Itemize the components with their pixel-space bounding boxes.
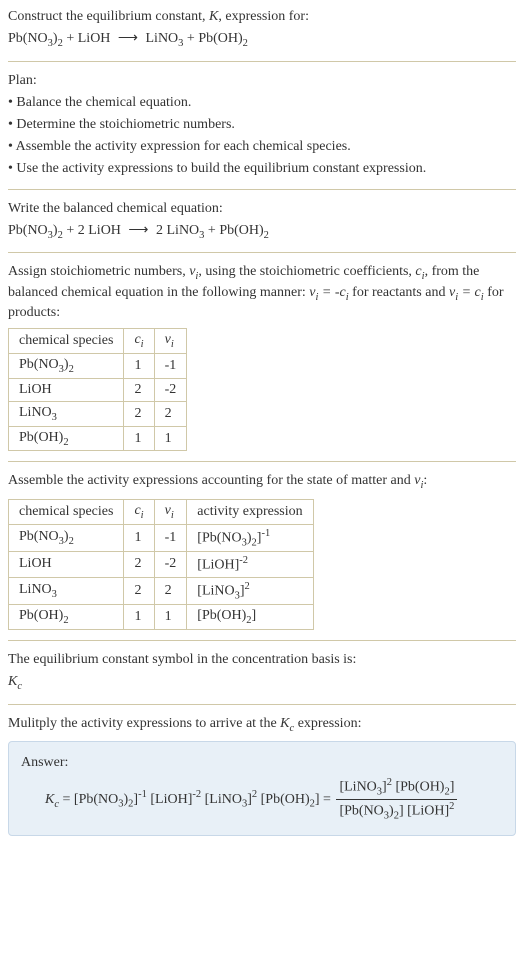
- table-row: LiOH 2 -2: [9, 378, 187, 401]
- cell-species: Pb(OH)2: [9, 605, 124, 630]
- cell-ci: 2: [124, 378, 154, 401]
- cell-vi: -1: [154, 354, 187, 379]
- table-header-row: chemical species ci νi activity expressi…: [9, 499, 314, 524]
- species-pbno32: Pb(NO3)2: [8, 31, 63, 46]
- col-vi: νi: [154, 499, 187, 524]
- cell-species: LiOH: [9, 378, 124, 401]
- cell-species: LiOH: [9, 552, 124, 578]
- cell-ci: 1: [124, 524, 154, 551]
- divider: [8, 61, 516, 62]
- K: K: [209, 9, 218, 24]
- table-row: LiNO3 2 2: [9, 401, 187, 426]
- col-activity: activity expression: [187, 499, 313, 524]
- divider: [8, 640, 516, 641]
- cell-vi: 2: [154, 577, 187, 604]
- plan-bullet-1: • Balance the chemical equation.: [8, 94, 516, 112]
- cell-ci: 1: [124, 426, 154, 451]
- answer-label: Answer:: [21, 754, 503, 772]
- divider: [8, 252, 516, 253]
- col-vi: νi: [154, 329, 187, 354]
- table-row: LiOH 2 -2 [LiOH]-2: [9, 552, 314, 578]
- cell-species: Pb(NO3)2: [9, 524, 124, 551]
- multiply-line: Mulitply the activity expressions to arr…: [8, 715, 516, 735]
- cell-vi: -2: [154, 378, 187, 401]
- table-row: Pb(OH)2 1 1: [9, 426, 187, 451]
- col-species: chemical species: [9, 329, 124, 354]
- species-lioh: LiOH: [78, 31, 111, 46]
- species-lioh: LiOH: [88, 223, 121, 238]
- cell-ci: 1: [124, 605, 154, 630]
- arrow-icon: ⟶: [124, 223, 152, 238]
- cell-vi: -2: [154, 552, 187, 578]
- species-lino3: LiNO3: [167, 223, 205, 238]
- balance-heading: Write the balanced chemical equation:: [8, 200, 516, 218]
- cell-vi: 1: [154, 605, 187, 630]
- cell-species: LiNO3: [9, 577, 124, 604]
- symbol-line: The equilibrium constant symbol in the c…: [8, 651, 516, 669]
- plan-bullet-4: • Use the activity expressions to build …: [8, 160, 516, 178]
- fraction: [LiNO3]2 [Pb(OH)2] [Pb(NO3)2] [LiOH]2: [336, 776, 457, 823]
- arrow-icon: ⟶: [114, 31, 142, 46]
- col-species: chemical species: [9, 499, 124, 524]
- unbalanced-equation: Pb(NO3)2 + LiOH ⟶ LiNO3 + Pb(OH)2: [8, 30, 516, 50]
- cell-activity: [Pb(OH)2]: [187, 605, 313, 630]
- cell-ci: 2: [124, 552, 154, 578]
- cell-activity: [LiNO3]2: [187, 577, 313, 604]
- nu-i: νi: [189, 264, 198, 279]
- stoich-intro: Assign stoichiometric numbers, νi, using…: [8, 263, 516, 322]
- col-ci: ci: [124, 499, 154, 524]
- cell-activity: [LiOH]-2: [187, 552, 313, 578]
- table-row: Pb(NO3)2 1 -1: [9, 354, 187, 379]
- c-i: ci: [415, 264, 424, 279]
- divider: [8, 704, 516, 705]
- prompt-text-a: Construct the equilibrium constant,: [8, 9, 209, 24]
- species-pbno32: Pb(NO3)2: [8, 223, 63, 238]
- table-header-row: chemical species ci νi: [9, 329, 187, 354]
- coef-p1: 2: [156, 223, 163, 238]
- table-row: LiNO3 2 2 [LiNO3]2: [9, 577, 314, 604]
- coef-r2: 2: [78, 223, 85, 238]
- Kc-symbol: Kc: [8, 673, 516, 693]
- plan-bullet-2: • Determine the stoichiometric numbers.: [8, 116, 516, 134]
- answer-box: Answer: Kc = [Pb(NO3)2]-1 [LiOH]-2 [LiNO…: [8, 741, 516, 836]
- stoich-table: chemical species ci νi Pb(NO3)2 1 -1 LiO…: [8, 328, 187, 451]
- cell-species: Pb(NO3)2: [9, 354, 124, 379]
- table-row: Pb(NO3)2 1 -1 [Pb(NO3)2]-1: [9, 524, 314, 551]
- activity-heading: Assemble the activity expressions accoun…: [8, 472, 516, 492]
- activity-table: chemical species ci νi activity expressi…: [8, 499, 314, 630]
- cell-species: LiNO3: [9, 401, 124, 426]
- col-ci: ci: [124, 329, 154, 354]
- species-pboh2: Pb(OH)2: [219, 223, 269, 238]
- prompt: Construct the equilibrium constant, K, e…: [8, 8, 516, 26]
- prompt-text-b: , expression for:: [218, 9, 309, 24]
- plan-heading: Plan:: [8, 72, 516, 90]
- table-row: Pb(OH)2 1 1 [Pb(OH)2]: [9, 605, 314, 630]
- cell-activity: [Pb(NO3)2]-1: [187, 524, 313, 551]
- answer-expression: Kc = [Pb(NO3)2]-1 [LiOH]-2 [LiNO3]2 [Pb(…: [21, 776, 503, 823]
- cell-vi: 1: [154, 426, 187, 451]
- divider: [8, 189, 516, 190]
- cell-vi: -1: [154, 524, 187, 551]
- cell-ci: 2: [124, 401, 154, 426]
- species-lino3: LiNO3: [146, 31, 184, 46]
- species-pboh2: Pb(OH)2: [198, 31, 248, 46]
- cell-ci: 1: [124, 354, 154, 379]
- cell-species: Pb(OH)2: [9, 426, 124, 451]
- divider: [8, 461, 516, 462]
- cell-ci: 2: [124, 577, 154, 604]
- plan-bullet-3: • Assemble the activity expression for e…: [8, 138, 516, 156]
- cell-vi: 2: [154, 401, 187, 426]
- balanced-equation: Pb(NO3)2 + 2 LiOH ⟶ 2 LiNO3 + Pb(OH)2: [8, 222, 516, 242]
